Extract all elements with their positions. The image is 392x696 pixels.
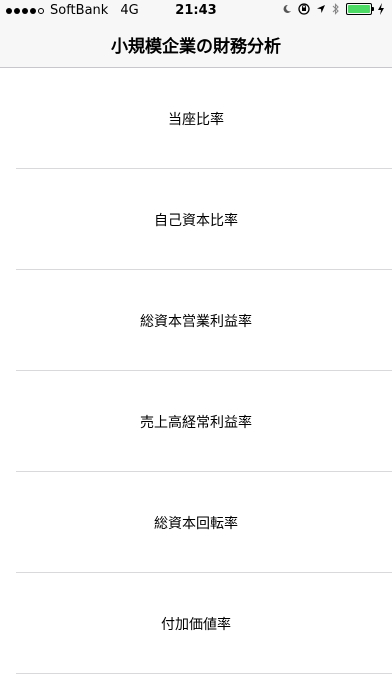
do-not-disturb-moon-icon [282, 4, 292, 14]
list-item-label: 当座比率 [168, 111, 224, 128]
list-item-label: 付加価値率 [161, 616, 231, 633]
list-item-ordinary-profit-margin[interactable]: 売上高経常利益率 [0, 371, 392, 472]
list-item-label: 自己資本比率 [154, 212, 238, 229]
list-item-label: 総資本営業利益率 [140, 313, 252, 330]
location-arrow-icon [316, 4, 326, 14]
navigation-bar: 小規模企業の財務分析 [0, 22, 392, 68]
list-item-value-added-ratio[interactable]: 付加価値率 [0, 573, 392, 674]
status-right [282, 3, 384, 15]
list-item-operating-roa[interactable]: 総資本営業利益率 [0, 270, 392, 371]
bluetooth-icon [332, 3, 340, 15]
list-item-label: 総資本回転率 [154, 515, 238, 532]
battery-level [348, 5, 370, 13]
list-item-quick-ratio[interactable]: 当座比率 [0, 68, 392, 169]
page-title: 小規模企業の財務分析 [111, 37, 281, 57]
battery-icon [346, 3, 374, 15]
list-item-label: 売上高経常利益率 [140, 414, 252, 431]
list-item-total-asset-turnover[interactable]: 総資本回転率 [0, 472, 392, 573]
ratio-list: 当座比率 自己資本比率 総資本営業利益率 売上高経常利益率 総資本回転率 付加価… [0, 68, 392, 674]
orientation-lock-icon [298, 3, 310, 15]
list-item-equity-ratio[interactable]: 自己資本比率 [0, 169, 392, 270]
status-bar: SoftBank 4G 21:43 [0, 0, 392, 22]
charging-bolt-icon [378, 3, 384, 15]
